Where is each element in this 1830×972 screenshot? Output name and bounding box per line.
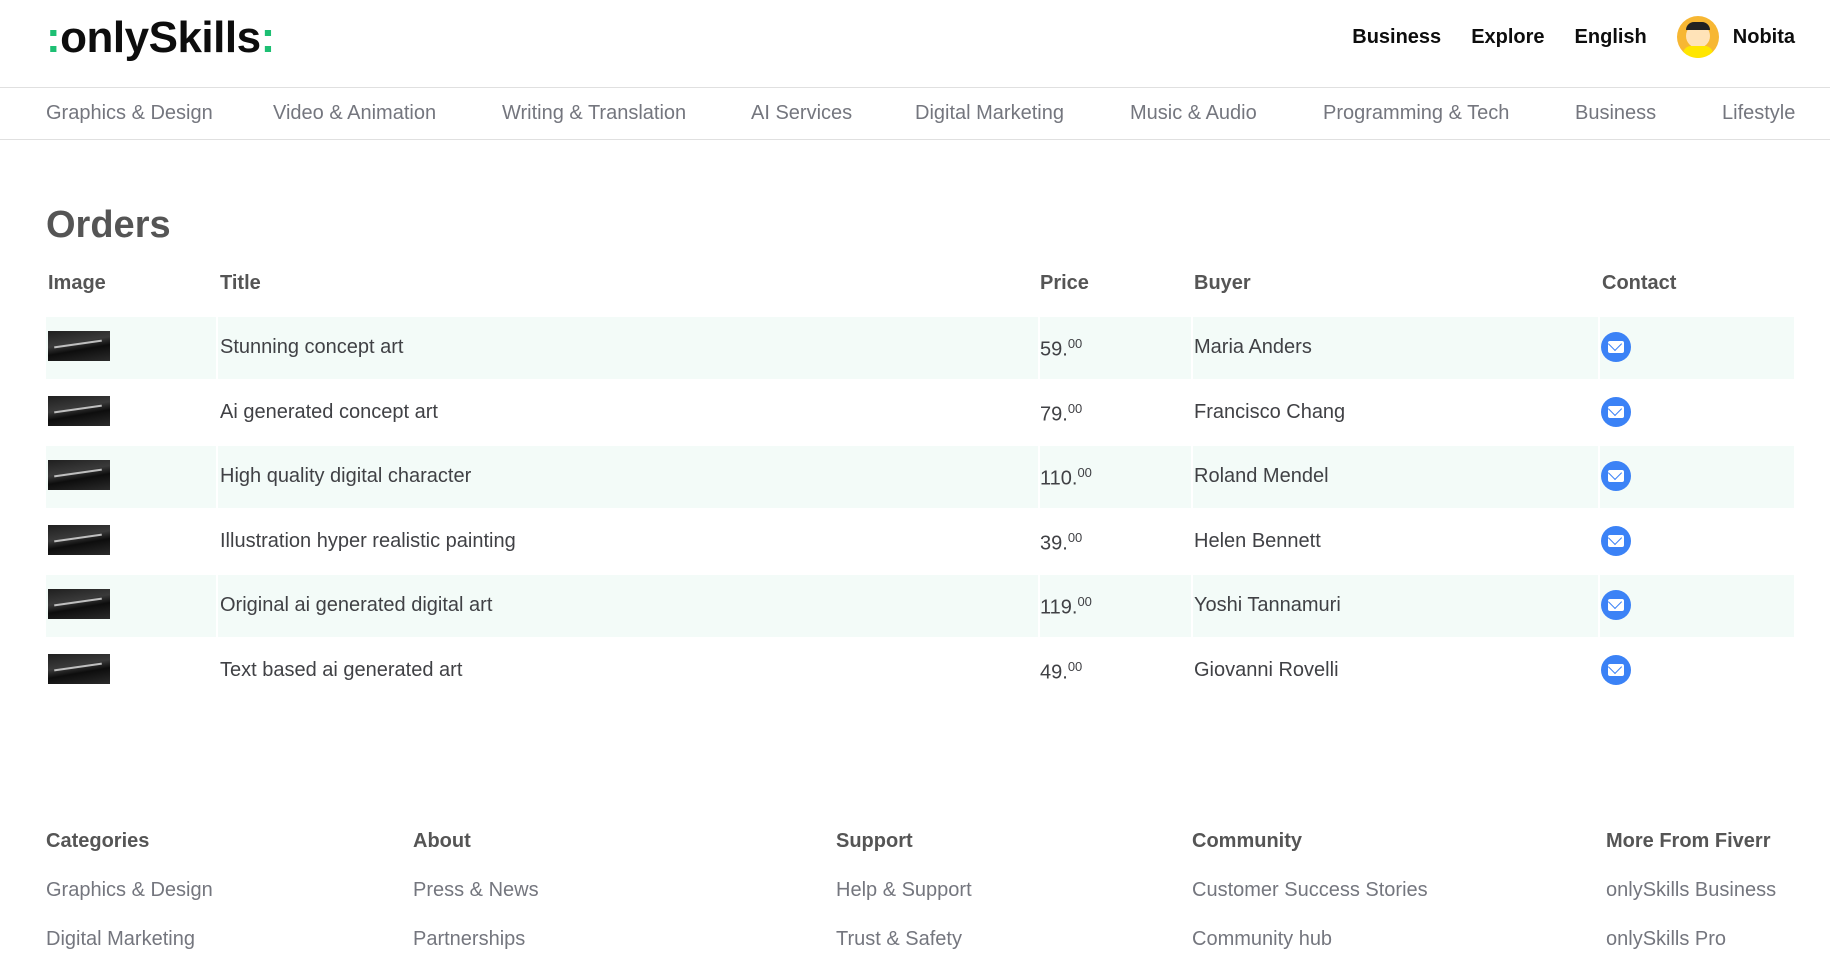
category-writing-translation[interactable]: Writing & Translation xyxy=(502,102,686,125)
order-buyer: Giovanni Rovelli xyxy=(1194,659,1339,681)
category-music-audio[interactable]: Music & Audio xyxy=(1130,102,1257,125)
header-nav: Business Explore English Nobita xyxy=(1352,0,1795,74)
column-header-buyer: Buyer xyxy=(1194,272,1251,294)
table-row: Illustration hyper realistic painting 39… xyxy=(46,511,1794,573)
order-price: 59.00 xyxy=(1040,336,1083,361)
logo-text: onlySkills xyxy=(60,13,261,62)
nav-explore[interactable]: Explore xyxy=(1471,26,1544,49)
page-title: Orders xyxy=(46,204,171,246)
footer-link[interactable]: onlySkills Business xyxy=(1606,879,1776,902)
mail-icon[interactable] xyxy=(1601,655,1631,685)
nav-business[interactable]: Business xyxy=(1352,26,1441,49)
order-buyer: Francisco Chang xyxy=(1194,401,1346,423)
footer-heading-support: Support xyxy=(836,830,913,852)
table-row: Stunning concept art 59.00 Maria Anders xyxy=(46,317,1794,379)
avatar xyxy=(1676,16,1719,58)
footer-link[interactable]: Community hub xyxy=(1192,928,1332,951)
footer-link[interactable]: Partnerships xyxy=(413,928,525,951)
mail-icon[interactable] xyxy=(1601,332,1631,362)
order-price: 79.00 xyxy=(1040,401,1083,426)
column-header-contact: Contact xyxy=(1602,272,1677,294)
order-buyer: Helen Bennett xyxy=(1194,530,1321,552)
category-bar: Graphics & Design Video & Animation Writ… xyxy=(0,88,1830,140)
order-thumbnail xyxy=(48,460,110,490)
order-thumbnail xyxy=(48,654,110,684)
order-price: 49.00 xyxy=(1040,659,1083,684)
table-row: Ai generated concept art 79.00 Francisco… xyxy=(46,382,1794,444)
footer-heading-categories: Categories xyxy=(46,830,150,852)
footer-link[interactable]: Digital Marketing xyxy=(46,928,195,951)
order-title: Stunning concept art xyxy=(220,336,404,358)
order-buyer: Maria Anders xyxy=(1194,336,1312,358)
user-menu[interactable]: Nobita xyxy=(1676,16,1795,58)
category-programming-tech[interactable]: Programming & Tech xyxy=(1323,102,1509,125)
order-thumbnail xyxy=(48,589,110,619)
column-header-title: Title xyxy=(220,272,261,294)
category-business[interactable]: Business xyxy=(1575,102,1656,125)
order-title: Original ai generated digital art xyxy=(220,594,493,616)
column-header-image: Image xyxy=(48,272,106,294)
footer-heading-about: About xyxy=(413,830,471,852)
mail-icon[interactable] xyxy=(1601,461,1631,491)
table-row: Original ai generated digital art 119.00… xyxy=(46,575,1794,637)
footer-link[interactable]: Help & Support xyxy=(836,879,972,902)
nav-language[interactable]: English xyxy=(1575,26,1647,49)
logo-prefix: : xyxy=(46,13,61,62)
order-title: High quality digital character xyxy=(220,465,472,487)
order-thumbnail xyxy=(48,525,110,555)
mail-icon[interactable] xyxy=(1601,526,1631,556)
footer-heading-community: Community xyxy=(1192,830,1302,852)
top-header: :onlySkills: Business Explore English No… xyxy=(0,0,1830,88)
category-ai-services[interactable]: AI Services xyxy=(751,102,852,125)
table-row: High quality digital character 110.00 Ro… xyxy=(46,446,1794,508)
order-price: 39.00 xyxy=(1040,530,1083,555)
category-graphics-design[interactable]: Graphics & Design xyxy=(46,102,213,125)
footer-link[interactable]: onlySkills Pro xyxy=(1606,928,1726,951)
category-digital-marketing[interactable]: Digital Marketing xyxy=(915,102,1064,125)
table-row: Text based ai generated art 49.00 Giovan… xyxy=(46,640,1794,702)
order-buyer: Roland Mendel xyxy=(1194,465,1329,487)
category-lifestyle[interactable]: Lifestyle xyxy=(1722,102,1795,125)
mail-icon[interactable] xyxy=(1601,397,1631,427)
order-title: Text based ai generated art xyxy=(220,659,463,681)
order-title: Ai generated concept art xyxy=(220,401,438,423)
footer-link[interactable]: Customer Success Stories xyxy=(1192,879,1428,902)
logo-suffix: : xyxy=(260,13,276,62)
footer-link[interactable]: Trust & Safety xyxy=(836,928,962,951)
order-price: 110.00 xyxy=(1040,465,1092,490)
order-price: 119.00 xyxy=(1040,594,1092,619)
mail-icon[interactable] xyxy=(1601,590,1631,620)
user-name: Nobita xyxy=(1732,25,1795,48)
footer-link[interactable]: Press & News xyxy=(413,879,539,902)
order-buyer: Yoshi Tannamuri xyxy=(1194,594,1341,616)
footer-link[interactable]: Graphics & Design xyxy=(46,879,213,902)
order-thumbnail xyxy=(48,396,110,426)
footer-heading-more: More From Fiverr xyxy=(1606,830,1771,852)
logo[interactable]: :onlySkills: xyxy=(46,14,275,62)
column-header-price: Price xyxy=(1040,272,1089,294)
category-video-animation[interactable]: Video & Animation xyxy=(273,102,436,125)
order-thumbnail xyxy=(48,331,110,361)
order-title: Illustration hyper realistic painting xyxy=(220,530,516,552)
